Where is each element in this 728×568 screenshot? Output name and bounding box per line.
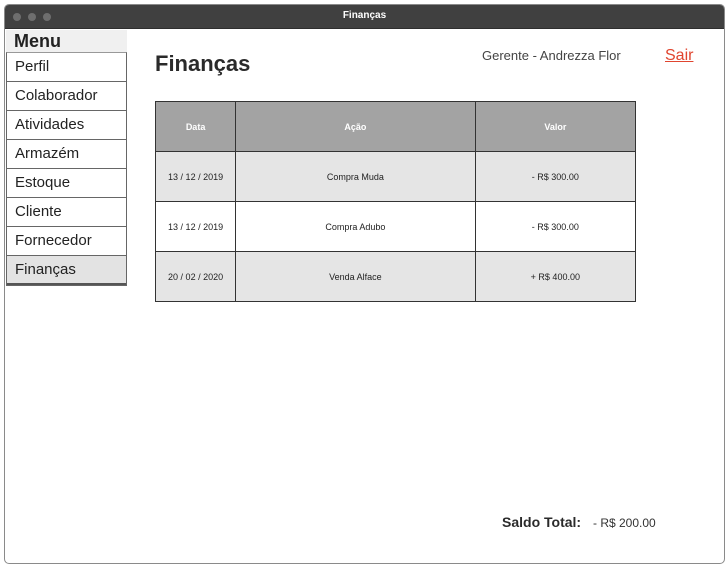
cell-value: - R$ 300.00	[474, 151, 637, 202]
cell-action: Compra Adubo	[235, 201, 476, 252]
cell-action: Compra Muda	[235, 151, 476, 202]
sidebar-item-fornecedor[interactable]: Fornecedor	[7, 227, 126, 256]
sidebar-item-cliente[interactable]: Cliente	[7, 198, 126, 227]
column-header-action[interactable]: Ação	[235, 101, 476, 152]
cell-action: Venda Alface	[235, 251, 476, 302]
user-role-label: Gerente - Andrezza Flor	[482, 48, 621, 63]
sidebar-item-atividades[interactable]: Atividades	[7, 111, 126, 140]
cell-date: 20 / 02 / 2020	[154, 251, 237, 302]
sidebar-item-armazem[interactable]: Armazém	[7, 140, 126, 169]
table-row[interactable]: 20 / 02 / 2020 Venda Alface + R$ 400.00	[154, 251, 637, 302]
cell-value: + R$ 400.00	[474, 251, 637, 302]
sidebar-item-estoque[interactable]: Estoque	[7, 169, 126, 198]
sidebar-item-financas[interactable]: Finanças	[7, 256, 126, 285]
balance-label: Saldo Total:	[502, 514, 582, 530]
table-header-row: Data Ação Valor	[154, 101, 637, 152]
cell-date: 13 / 12 / 2019	[154, 201, 237, 252]
sidebar-item-colaborador[interactable]: Colaborador	[7, 82, 126, 111]
table-row[interactable]: 13 / 12 / 2019 Compra Muda - R$ 300.00	[154, 151, 637, 202]
logout-link[interactable]: Sair	[665, 47, 693, 65]
cell-value: - R$ 300.00	[474, 201, 637, 252]
menu-header: Menu	[6, 30, 127, 52]
balance-value: - R$ 200.00	[593, 516, 656, 530]
finance-table: Data Ação Valor 13 / 12 / 2019 Compra Mu…	[154, 101, 637, 302]
cell-date: 13 / 12 / 2019	[154, 151, 237, 202]
sidebar-item-perfil[interactable]: Perfil	[7, 53, 126, 82]
column-header-value[interactable]: Valor	[474, 101, 637, 152]
title-bar: Finanças	[5, 5, 724, 29]
table-row[interactable]: 13 / 12 / 2019 Compra Adubo - R$ 300.00	[154, 201, 637, 252]
menu-list: Perfil Colaborador Atividades Armazém Es…	[6, 52, 127, 286]
app-window: Finanças Menu Perfil Colaborador Ativida…	[4, 4, 725, 564]
window-title: Finanças	[342, 10, 387, 21]
column-header-date[interactable]: Data	[154, 101, 237, 152]
sidebar-menu: Menu Perfil Colaborador Atividades Armaz…	[6, 30, 127, 286]
page-title: Finanças	[155, 51, 251, 76]
